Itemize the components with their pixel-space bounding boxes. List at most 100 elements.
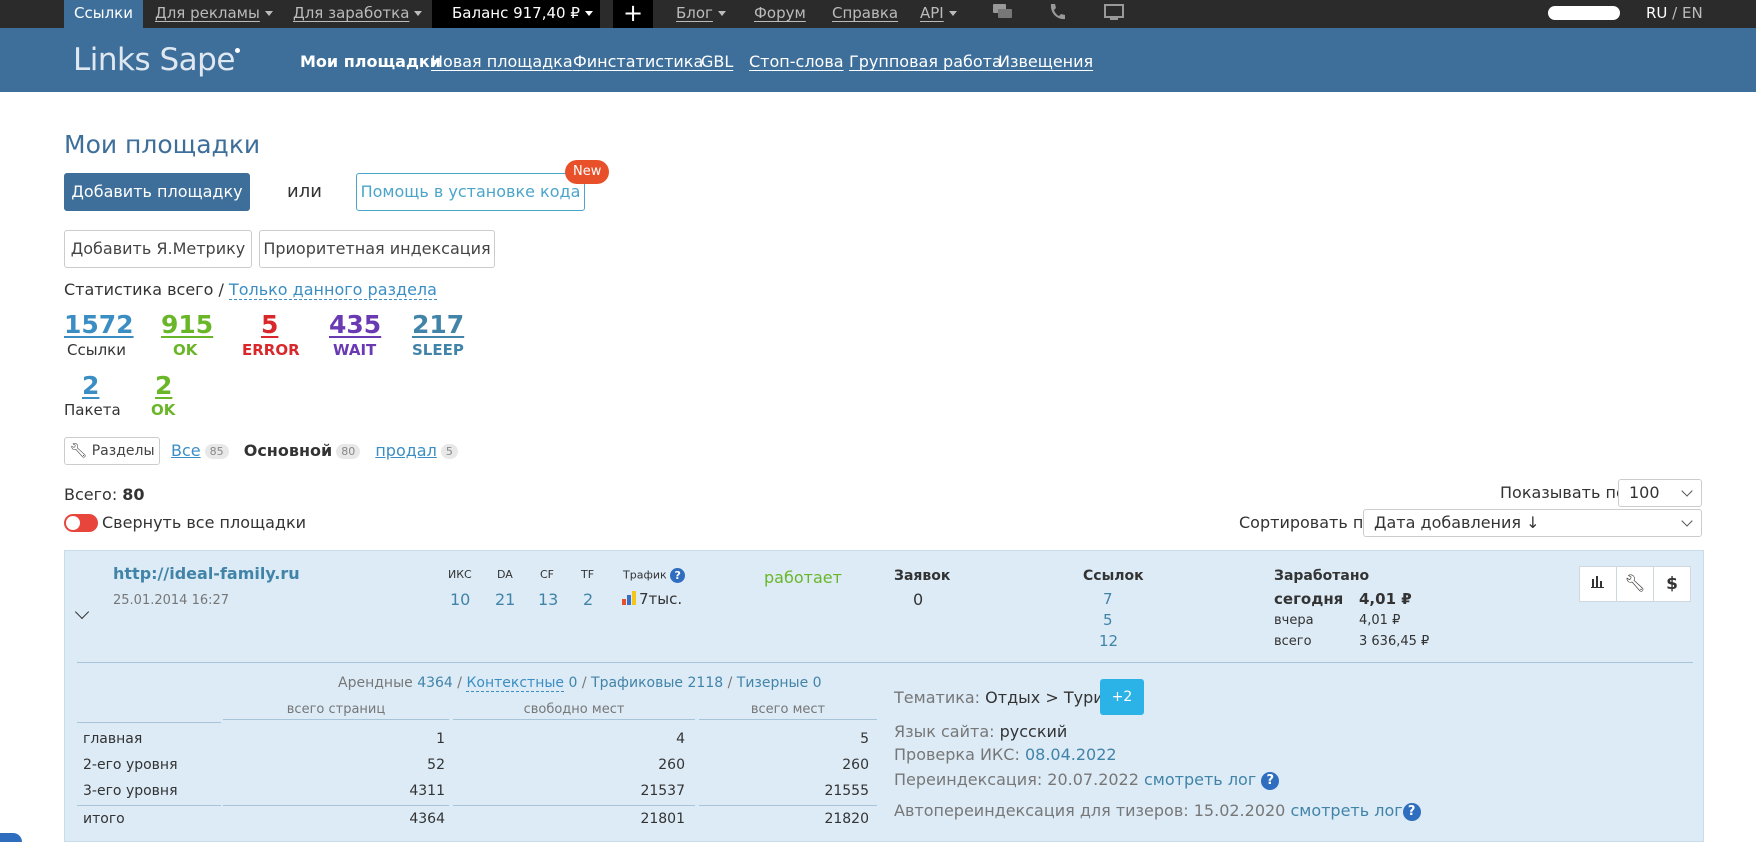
chat-widget-tab[interactable]	[0, 833, 22, 842]
finance-button[interactable]: $	[1653, 566, 1691, 602]
bar-chart-icon	[1591, 576, 1604, 588]
install-help-button[interactable]: Помощь в установке кода	[356, 173, 585, 211]
section-all-count: 85	[204, 444, 229, 459]
lang-ru[interactable]: RU	[1646, 4, 1667, 22]
topbar-api[interactable]: API	[920, 0, 957, 28]
logo-links: Links	[73, 42, 151, 78]
links-value-2[interactable]: 5	[1103, 611, 1113, 629]
row-level2-pages: 52	[427, 757, 445, 773]
traf-label[interactable]: Трафиковые	[591, 675, 683, 691]
row-level2-free: 260	[658, 757, 685, 773]
settings-button[interactable]: 🔧︎	[1616, 566, 1654, 602]
row-label-level3: 3-его уровня	[83, 783, 178, 799]
monitor-icon[interactable]	[1103, 2, 1125, 30]
chat-icon[interactable]	[992, 2, 1014, 30]
topbar-links[interactable]: Ссылки	[64, 0, 143, 28]
topbar-blog[interactable]: Блог	[676, 0, 726, 28]
show-by-select[interactable]: 100	[1618, 479, 1702, 507]
priority-index-button[interactable]: Приоритетная индексация	[259, 230, 495, 268]
stat-links-count[interactable]: 1572	[64, 310, 134, 339]
user-menu[interactable]	[1548, 6, 1620, 20]
section-all[interactable]: Все	[171, 441, 201, 460]
add-site-button[interactable]: Добавить площадку	[64, 173, 250, 211]
stat-packets-ok-count[interactable]: 2	[155, 371, 172, 400]
row-total-free: 21801	[640, 811, 685, 827]
theme-more-button[interactable]: +2	[1100, 679, 1144, 715]
lang-info: Язык сайта: русский	[894, 722, 1067, 741]
nav-new-site[interactable]: Новая площадка	[431, 52, 573, 71]
new-badge: New	[565, 160, 610, 184]
links-value-3[interactable]: 12	[1099, 632, 1118, 650]
teaser-label[interactable]: Тизерные	[737, 675, 808, 691]
topbar-forum[interactable]: Форум	[754, 0, 806, 28]
iks-header: ИКС	[448, 568, 472, 581]
tf-value: 2	[583, 590, 594, 609]
expand-chevron-icon[interactable]	[74, 604, 90, 620]
reindex-label: Переиндексация: 20.07.2022	[894, 770, 1139, 789]
nav-finstats[interactable]: Финстатистика	[573, 52, 703, 71]
topbar-help[interactable]: Справка	[832, 0, 898, 28]
topbar-for-earn[interactable]: Для заработка	[293, 0, 423, 28]
teaser-value[interactable]: 0	[813, 675, 822, 691]
site-date: 25.01.2014 16:27	[113, 593, 230, 608]
chevron-down-icon	[1681, 485, 1693, 497]
section-main[interactable]: Основной	[244, 441, 333, 460]
nav-my-sites[interactable]: Мои площадки	[300, 52, 441, 71]
lang-label: Язык сайта:	[894, 722, 995, 741]
ctx-value[interactable]: 0	[568, 675, 577, 691]
add-metrika-button[interactable]: Добавить Я.Метрику	[64, 230, 252, 268]
main-header: Links Sape Мои площадки Новая площадка Ф…	[0, 28, 1756, 92]
stats-chart-button[interactable]	[1579, 566, 1617, 602]
stat-ok-count[interactable]: 915	[161, 310, 213, 339]
topbar-for-earn-label: Для заработка	[293, 4, 410, 22]
stat-wait-count[interactable]: 435	[329, 310, 381, 339]
nav-notifications[interactable]: Извещения	[998, 52, 1093, 71]
auto-reindex-log-link[interactable]: смотреть лог	[1290, 801, 1402, 820]
ctx-label[interactable]: Контекстные	[466, 675, 565, 692]
traffic-header: Трафик ?	[623, 568, 686, 583]
row-total-total: 21820	[824, 811, 869, 827]
stat-wait-label: WAIT	[333, 341, 377, 359]
sort-select[interactable]: Дата добавления ↓	[1363, 509, 1702, 537]
site-status: работает	[764, 568, 842, 587]
reindex-log-link[interactable]: смотреть лог	[1144, 770, 1256, 789]
iks-check-info: Проверка ИКС: 08.04.2022	[894, 745, 1117, 764]
earned-total-label: всего	[1274, 634, 1312, 649]
stat-error-count[interactable]: 5	[261, 310, 278, 339]
help-icon[interactable]: ?	[670, 568, 686, 583]
stats-section-link[interactable]: Только данного раздела	[228, 280, 437, 300]
links-value-1[interactable]: 7	[1103, 590, 1113, 608]
traf-value[interactable]: 2118	[688, 675, 724, 691]
da-header: DA	[497, 568, 513, 581]
section-sold[interactable]: продал	[375, 441, 437, 460]
balance-dropdown[interactable]: Баланс 917,40 ₽	[432, 0, 600, 28]
nav-stopwords[interactable]: Стоп-слова	[749, 52, 844, 71]
table-line	[453, 805, 695, 806]
wrench-icon: 🔧︎	[69, 443, 88, 459]
site-url[interactable]: http://ideal-family.ru	[113, 564, 300, 583]
stat-sleep-label: SLEEP	[412, 341, 464, 359]
rent-value[interactable]: 4364	[417, 675, 453, 691]
collapse-all-toggle[interactable]	[64, 514, 98, 532]
earned-total-value: 3 636,45 ₽	[1359, 634, 1430, 649]
chevron-down-icon	[948, 11, 957, 16]
logo[interactable]: Links Sape	[73, 42, 240, 78]
stat-sleep-count[interactable]: 217	[412, 310, 464, 339]
nav-group-work[interactable]: Групповая работа	[849, 52, 1002, 71]
phone-icon[interactable]	[1047, 2, 1067, 30]
help-icon[interactable]: ?	[1402, 802, 1421, 821]
balance-value: Баланс 917,40 ₽	[452, 4, 580, 22]
card-separator	[77, 662, 1693, 663]
iks-check-date[interactable]: 08.04.2022	[1025, 745, 1117, 764]
logo-sape: Sape	[159, 42, 236, 78]
language-switch[interactable]: RU / EN	[1646, 0, 1703, 28]
stats-scope: Статистика всего / Только данного раздел…	[64, 280, 437, 300]
stat-packets-count[interactable]: 2	[82, 371, 99, 400]
sections-button[interactable]: 🔧︎ Разделы	[64, 437, 160, 465]
topbar-for-ads[interactable]: Для рекламы	[155, 0, 273, 28]
plus-button[interactable]: +	[613, 0, 653, 28]
nav-gbl[interactable]: GBL	[701, 52, 733, 71]
help-icon[interactable]: ?	[1261, 771, 1280, 790]
rent-label: Арендные	[338, 675, 413, 691]
lang-en[interactable]: EN	[1682, 4, 1703, 22]
